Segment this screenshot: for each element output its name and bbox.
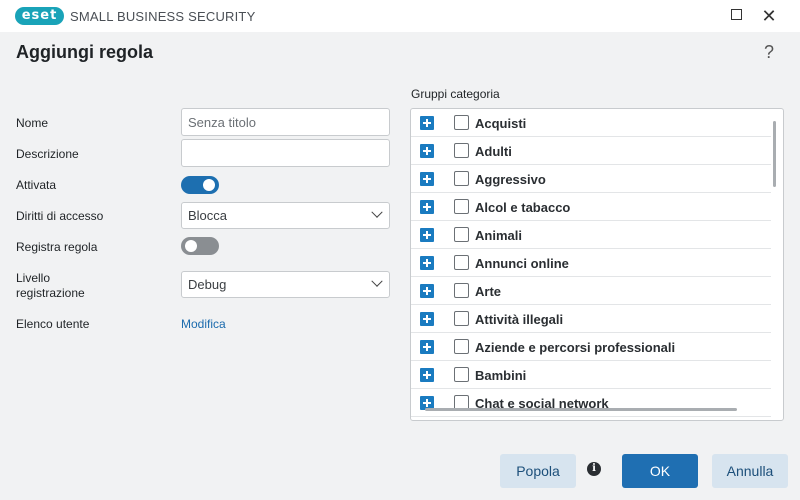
list-item: Aziende e percorsi professionali [411,333,771,361]
list-item-label: Attività illegali [475,312,564,327]
app-name: SMALL BUSINESS SECURITY [70,9,256,24]
maximize-icon [730,8,742,20]
checkbox[interactable] [454,311,469,326]
list-item: Aggressivo [411,165,771,193]
list-item: Animali [411,221,771,249]
checkbox[interactable] [454,283,469,298]
list-item-label: Animali [475,228,522,243]
list-item-label: Alcol e tabacco [475,200,571,215]
name-field[interactable] [181,108,390,136]
access-label: Diritti di accesso [16,209,104,223]
expand-plus-icon[interactable] [420,256,434,270]
expand-plus-icon[interactable] [420,200,434,214]
list-item-label: Arte [475,284,502,299]
list-item: Attività illegali [411,305,771,333]
cancel-button[interactable]: Annulla [712,454,788,488]
checkbox[interactable] [454,227,469,242]
log-level-value: Debug [188,277,227,292]
expand-plus-icon[interactable] [420,312,434,326]
help-icon[interactable]: ? [764,42,774,63]
edit-user-list-link[interactable]: Modifica [181,317,226,331]
checkbox[interactable] [454,367,469,382]
toggle-knob [185,240,197,252]
title-bar: eset SMALL BUSINESS SECURITY ✕ [0,0,800,32]
info-icon[interactable]: i [587,462,601,476]
list-item: Alcol e tabacco [411,193,771,221]
enabled-label: Attivata [16,178,57,192]
checkbox[interactable] [454,171,469,186]
list-item-label: Annunci online [475,256,569,271]
toggle-knob [203,179,215,191]
expand-plus-icon[interactable] [420,116,434,130]
expand-plus-icon[interactable] [420,284,434,298]
list-item-label: Adulti [475,144,512,159]
access-value: Blocca [188,208,228,223]
checkbox[interactable] [454,199,469,214]
expand-plus-icon[interactable] [420,228,434,242]
category-group-list: Acquisti Adulti Aggressivo Alcol e tabac… [410,108,784,421]
page-title: Aggiungi regola [16,42,153,62]
list-item: Bambini [411,361,771,389]
log-rule-toggle[interactable] [181,237,219,255]
user-list-label: Elenco utente [16,317,90,331]
checkbox[interactable] [454,255,469,270]
horizontal-scrollbar[interactable] [425,408,737,411]
checkbox[interactable] [454,143,469,158]
list-item-label: Aggressivo [475,172,546,187]
maximize-button[interactable] [720,0,752,32]
list-item: Annunci online [411,249,771,277]
name-label: Nome [16,116,49,130]
expand-plus-icon[interactable] [420,144,434,158]
list-item: Chat e social network [411,389,771,417]
close-button[interactable]: ✕ [753,0,785,32]
chevron-down-icon [371,206,383,218]
description-field[interactable] [181,139,390,167]
description-label: Descrizione [16,147,79,161]
checkbox[interactable] [454,339,469,354]
populate-button[interactable]: Popola [500,454,576,488]
list-item: Adulti [411,137,771,165]
list-item-label: Bambini [475,368,527,383]
chevron-down-icon [371,275,383,287]
list-item: Arte [411,277,771,305]
log-rule-label: Registra regola [16,240,98,254]
eset-logo: eset [15,7,64,25]
list-item: Acquisti [411,109,771,137]
access-select[interactable]: Blocca [181,202,390,229]
checkbox[interactable] [454,115,469,130]
ok-button[interactable]: OK [622,454,698,488]
expand-plus-icon[interactable] [420,172,434,186]
list-item-label: Acquisti [475,116,527,131]
log-level-select[interactable]: Debug [181,271,390,298]
list-item-label: Aziende e percorsi professionali [475,340,676,355]
expand-plus-icon[interactable] [420,340,434,354]
expand-plus-icon[interactable] [420,368,434,382]
groups-label: Gruppi categoria [411,87,500,101]
enabled-toggle[interactable] [181,176,219,194]
log-level-label: Livello registrazione [16,271,85,300]
vertical-scrollbar[interactable] [773,121,776,187]
